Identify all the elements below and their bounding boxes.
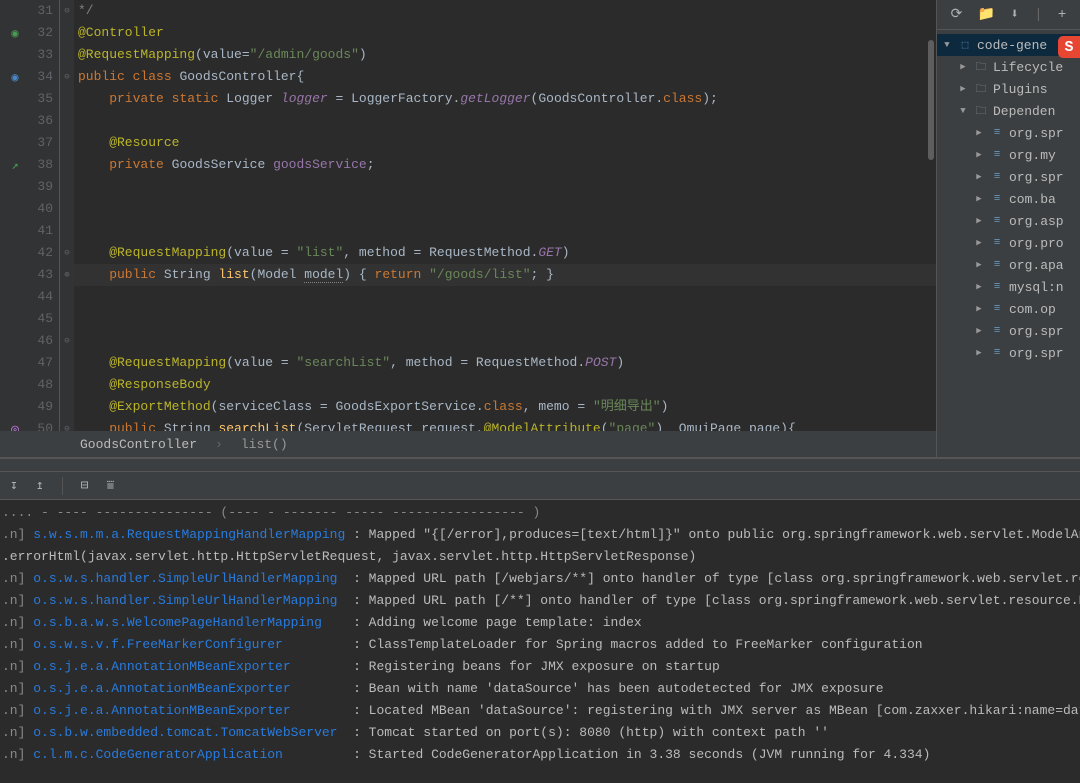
bean-icon: ↗ xyxy=(11,158,18,173)
lib-icon: ≡ xyxy=(989,303,1005,315)
log-line: .n] o.s.b.a.w.s.WelcomePageHandlerMappin… xyxy=(0,612,1080,634)
tree-plugins[interactable]: ▶🗀Plugins xyxy=(937,78,1080,100)
folder-icon: 🗀 xyxy=(973,58,989,77)
console-toolbar: ↧ ↥ ⊟ ⩸ xyxy=(0,472,1080,500)
lib-icon: ≡ xyxy=(989,149,1005,161)
tree-dep[interactable]: ▶≡org.pro xyxy=(937,232,1080,254)
ime-badge[interactable]: S xyxy=(1058,36,1080,58)
editor-scrollbar[interactable] xyxy=(926,0,936,431)
lib-icon: ≡ xyxy=(989,127,1005,139)
log-line: .n] s.w.s.m.m.a.RequestMappingHandlerMap… xyxy=(0,524,1080,546)
log-line: .n] o.s.b.w.embedded.tomcat.TomcatWebSer… xyxy=(0,722,1080,744)
folder-icon: 🗀 xyxy=(973,102,989,121)
plus-icon[interactable]: + xyxy=(1058,7,1066,23)
tree-dep[interactable]: ▶≡org.spr xyxy=(937,342,1080,364)
tree-dep[interactable]: ▶≡com.op xyxy=(937,298,1080,320)
console-output[interactable]: .... - ---- --------------- (---- - ----… xyxy=(0,500,1080,783)
log-line: .n] c.l.m.c.CodeGeneratorApplication : S… xyxy=(0,744,1080,766)
maven-toolbar: ⟳ 📁 ⬇ | + xyxy=(937,0,1080,30)
tree-dep[interactable]: ▶≡org.apa xyxy=(937,254,1080,276)
refresh-icon[interactable]: ⟳ xyxy=(951,6,963,23)
tree-lifecycle[interactable]: ▶🗀Lifecycle xyxy=(937,56,1080,78)
add-icon[interactable]: 📁 xyxy=(978,6,995,23)
log-line: .n] o.s.j.e.a.AnnotationMBeanExporter : … xyxy=(0,678,1080,700)
log-line: .n] o.s.w.s.handler.SimpleUrlHandlerMapp… xyxy=(0,568,1080,590)
tree-dep[interactable]: ▶≡org.spr xyxy=(937,320,1080,342)
download-icon[interactable]: ⬇ xyxy=(1010,6,1018,23)
panel-divider[interactable] xyxy=(0,458,1080,472)
scroll-bottom-icon[interactable]: ↧ xyxy=(10,478,18,493)
lib-icon: ≡ xyxy=(989,281,1005,293)
breadcrumb-class[interactable]: GoodsController xyxy=(80,437,197,452)
lib-icon: ≡ xyxy=(989,237,1005,249)
maven-tree[interactable]: ▼⬚code-gene ▶🗀Lifecycle ▶🗀Plugins ▼🗀Depe… xyxy=(937,30,1080,457)
class-icon: ◉ xyxy=(11,70,18,85)
module-icon: ⬚ xyxy=(957,38,973,52)
code-editor[interactable]: ◉ ◉ ↗ ◎ 31 xyxy=(0,0,936,457)
log-line: .n] o.s.j.e.a.AnnotationMBeanExporter : … xyxy=(0,656,1080,678)
lib-icon: ≡ xyxy=(989,171,1005,183)
tree-dep[interactable]: ▶≡org.my xyxy=(937,144,1080,166)
log-line: .... - ---- --------------- (---- - ----… xyxy=(0,502,1080,524)
log-line: .n] o.s.j.e.a.AnnotationMBeanExporter : … xyxy=(0,700,1080,722)
maven-panel: ⟳ 📁 ⬇ | + ▼⬚code-gene ▶🗀Lifecycle ▶🗀Plug… xyxy=(936,0,1080,457)
tree-dep[interactable]: ▶≡org.spr xyxy=(937,122,1080,144)
print-icon[interactable]: ⩸ xyxy=(106,478,114,493)
breakpoint-icon[interactable]: ◎ xyxy=(11,422,19,432)
folder-icon: 🗀 xyxy=(973,80,989,99)
lib-icon: ≡ xyxy=(989,259,1005,271)
soft-wrap-icon[interactable]: ⊟ xyxy=(81,478,89,493)
lib-icon: ≡ xyxy=(989,193,1005,205)
line-numbers: 31 32 33 34 35 36 37 38 39 40 41 42 43 4… xyxy=(30,0,60,431)
log-line: .n] o.s.w.s.v.f.FreeMarkerConfigurer : C… xyxy=(0,634,1080,656)
log-line: .n] o.s.w.s.handler.SimpleUrlHandlerMapp… xyxy=(0,590,1080,612)
tree-dep[interactable]: ▶≡org.asp xyxy=(937,210,1080,232)
gutter-icons: ◉ ◉ ↗ ◎ xyxy=(0,0,30,431)
lib-icon: ≡ xyxy=(989,325,1005,337)
log-line: .errorHtml(javax.servlet.http.HttpServle… xyxy=(0,546,1080,568)
spring-icon: ◉ xyxy=(11,26,18,41)
fold-gutter[interactable]: ⊖⊖⊖⊕⊖⊖⊖ xyxy=(60,0,74,431)
tree-dep[interactable]: ▶≡org.spr xyxy=(937,166,1080,188)
tree-dep[interactable]: ▶≡mysql:n xyxy=(937,276,1080,298)
lib-icon: ≡ xyxy=(989,347,1005,359)
breadcrumb[interactable]: GoodsController › list() xyxy=(0,431,936,457)
tree-dependencies[interactable]: ▼🗀Dependen xyxy=(937,100,1080,122)
tree-dep[interactable]: ▶≡com.ba xyxy=(937,188,1080,210)
code-content[interactable]: */ @Controller @RequestMapping(value="/a… xyxy=(74,0,936,431)
scroll-top-icon[interactable]: ↥ xyxy=(36,478,44,493)
breadcrumb-method[interactable]: list() xyxy=(241,437,288,452)
lib-icon: ≡ xyxy=(989,215,1005,227)
